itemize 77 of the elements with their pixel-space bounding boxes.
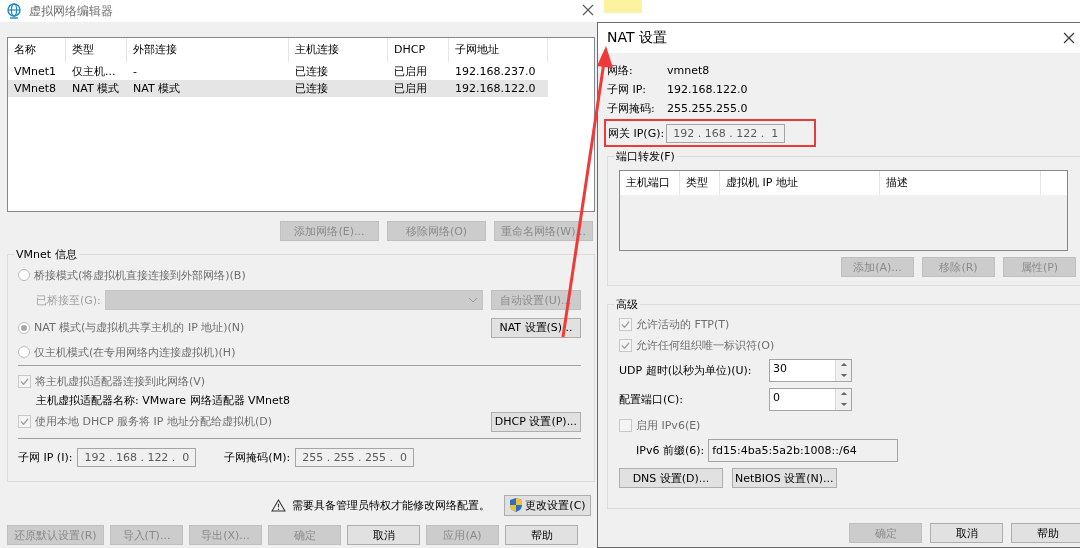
subnet-mask-field[interactable]: 255 . 255 . 255 . 0 (295, 447, 415, 467)
window-title: 虚拟网络编辑器 (29, 2, 113, 20)
subnet-ip-field[interactable]: 192 . 168 . 122 . 0 (77, 447, 197, 467)
dialog-button[interactable]: 帮助 (505, 525, 578, 545)
spin-up-icon[interactable] (839, 391, 848, 397)
checkbox-label: 将主机虚拟适配器连接到此网络(V) (35, 373, 206, 389)
change-settings-button[interactable]: 更改设置(C) (504, 494, 591, 516)
radio-label: NAT 模式(与虚拟机共享主机的 IP 地址)(N) (34, 320, 245, 335)
globe-icon (6, 3, 22, 19)
dialog-button[interactable]: 帮助 (1011, 523, 1080, 543)
column-header[interactable]: 类型 (66, 38, 127, 62)
column-header[interactable]: 名称 (8, 38, 66, 62)
table-cell-text: 192.168.122.0 (454, 82, 537, 95)
column-header[interactable]: 描述 (880, 171, 1041, 195)
checkbox-label: 启用 IPv6(E) (636, 417, 701, 433)
dialog-button[interactable]: 取消 (930, 523, 1003, 543)
info-label: 网络: (607, 63, 634, 78)
table-cell-text: NAT 模式 (132, 81, 182, 96)
spin-down-icon[interactable] (839, 372, 848, 378)
advanced-settings-button[interactable]: DNS 设置(D)... (619, 468, 723, 488)
column-header[interactable]: 主机端口 (620, 171, 680, 195)
dialog-button[interactable]: 取消 (347, 525, 420, 545)
table-cell-text: NAT 模式 (71, 81, 121, 96)
shield-icon (509, 497, 524, 513)
info-label: 子网掩码: (607, 101, 656, 116)
dhcp-settings-button[interactable]: DHCP 设置(P)... (491, 411, 581, 432)
column-header[interactable]: DHCP (388, 38, 449, 62)
group-title: VMnet 信息 (14, 247, 79, 262)
table-cell-text: VMnet1 (13, 65, 58, 78)
group-title: 高级 (614, 297, 640, 312)
admin-notice: 需要具备管理员特权才能修改网络配置。 (292, 497, 490, 513)
chevron-down-icon (468, 297, 478, 303)
table-cell-text: VMnet8 (13, 82, 58, 95)
udp-timeout-label: UDP 超时(以秒为单位)(U): (619, 362, 753, 378)
info-label: 子网 IP: (607, 82, 648, 97)
config-port-spinner[interactable]: 0 (769, 387, 852, 411)
table-cell-text: 已连接 (294, 81, 329, 96)
table-row[interactable]: VMnet8 NAT 模式 NAT 模式 已连接 已启用 192.168.122.0 (8, 80, 548, 97)
table-cell-text: 192.168.237.0 (454, 65, 537, 78)
close-icon[interactable] (1063, 32, 1075, 44)
close-icon[interactable] (582, 4, 594, 16)
group-title: 端口转发(F) (614, 149, 677, 164)
gateway-label: 网关 IP(G): (608, 125, 665, 141)
spin-down-icon[interactable] (839, 401, 848, 407)
advanced-settings-button[interactable]: NetBIOS 设置(N)... (732, 468, 837, 488)
radio-label: 桥接模式(将虚拟机直接连接到外部网络)(B) (34, 267, 246, 283)
table-cell-text: 已连接 (294, 64, 329, 79)
column-header[interactable]: 外部连接 (127, 38, 289, 62)
info-value: 255.255.255.0 (667, 102, 748, 115)
column-header[interactable]: 子网地址 (449, 38, 548, 62)
ipv6-prefix-field[interactable]: fd15:4ba5:5a2b:1008::/64 (708, 438, 899, 462)
info-value: 192.168.122.0 (667, 83, 748, 96)
checkbox-label: 允许活动的 FTP(T) (636, 317, 730, 332)
warning-icon (271, 498, 286, 512)
column-header[interactable]: 虚拟机 IP 地址 (720, 171, 880, 195)
udp-timeout-spinner[interactable]: 30 (769, 358, 852, 382)
spreadsheet-cell (604, 0, 642, 13)
checkbox-label: 使用本地 DHCP 服务将 IP 地址分配给虚拟机(D) (35, 414, 272, 429)
table-cell-text: 仅主机... (71, 64, 117, 79)
table-row[interactable]: VMnet1 仅主机... - 已连接 已启用 192.168.237.0 (8, 63, 548, 80)
column-header[interactable]: 类型 (680, 171, 720, 195)
table-cell-text: - (132, 65, 138, 78)
gateway-ip-field[interactable]: 192 . 168 . 122 . 1 (666, 123, 786, 143)
config-port-label: 配置端口(C): (619, 391, 684, 407)
adapter-name-text: 主机虚拟适配器名称: VMware 网络适配器 VMnet8 (36, 392, 291, 408)
spin-up-icon[interactable] (839, 362, 848, 368)
bridged-to-label: 已桥接至(G): (36, 292, 101, 308)
subnet-mask-label: 子网掩码(M): (224, 449, 291, 465)
info-value: vmnet8 (667, 64, 710, 77)
checkbox-label: 允许任何组织唯一标识符(O) (636, 338, 775, 353)
column-header[interactable]: 主机连接 (289, 38, 388, 62)
radio-label: 仅主机模式(在专用网络内连接虚拟机)(H) (34, 344, 236, 360)
window-title: NAT 设置 (607, 29, 667, 47)
subnet-ip-label: 子网 IP (I): (18, 449, 73, 465)
table-cell-text: 已启用 (393, 81, 428, 96)
ipv6-prefix-label: IPv6 前缀(6): (636, 442, 705, 458)
table-cell-text: 已启用 (393, 64, 428, 79)
